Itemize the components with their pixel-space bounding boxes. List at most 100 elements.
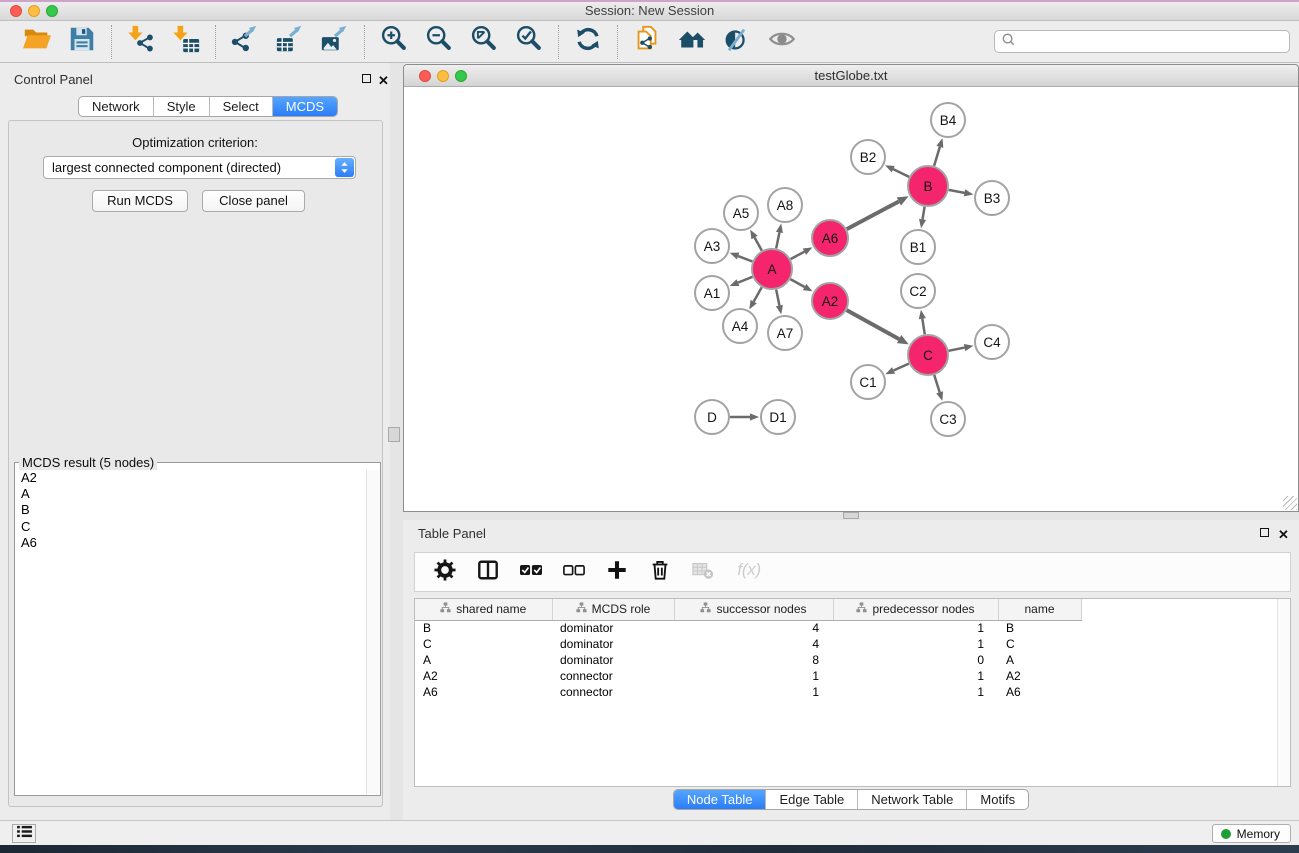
graph-node-C2[interactable]: C2	[901, 274, 935, 308]
graph-node-B2[interactable]: B2	[851, 140, 885, 174]
mcds-result-list: A2ABCA6	[17, 470, 365, 793]
graph-node-A2[interactable]: A2	[812, 283, 848, 319]
mcds-result-item[interactable]: A	[21, 486, 365, 502]
network-close-button[interactable]	[419, 70, 431, 82]
task-history-button[interactable]	[12, 824, 36, 843]
network-canvas[interactable]: B4 B2 B B3 A8 A5 A6 A3 B1 A C2 A1 A2 A4 A7 C4 C C1 C3 D D1	[404, 87, 1298, 511]
table-scrollbar[interactable]	[1277, 599, 1290, 786]
zoom-window-button[interactable]	[46, 5, 58, 17]
tab-style[interactable]: Style	[153, 97, 209, 116]
select-all-button[interactable]	[520, 559, 542, 586]
eye-button[interactable]	[767, 27, 797, 57]
graph-node-C[interactable]: C	[908, 335, 948, 375]
zoom-in-icon	[379, 24, 409, 59]
column-header-mcds-role[interactable]: MCDS role	[552, 599, 674, 620]
tab-network-table[interactable]: Network Table	[857, 790, 966, 809]
divider-grip[interactable]	[843, 512, 859, 519]
refresh-button[interactable]	[573, 27, 603, 57]
table-row[interactable]: Cdominator41C	[415, 636, 1081, 652]
graph-node-A6[interactable]: A6	[812, 220, 848, 256]
column-header-shared-name[interactable]: shared name	[415, 599, 552, 620]
tab-node-table[interactable]: Node Table	[674, 790, 766, 809]
close-panel-button[interactable]: Close panel	[202, 190, 305, 212]
graph-node-C3[interactable]: C3	[931, 402, 965, 436]
open-folder-button[interactable]	[22, 27, 52, 57]
deselect-all-button[interactable]	[563, 559, 585, 586]
columns-button[interactable]	[477, 559, 499, 586]
table-row[interactable]: A6connector11A6	[415, 684, 1081, 700]
memory-button[interactable]: Memory	[1212, 824, 1291, 843]
graph-node-A5[interactable]: A5	[724, 196, 758, 230]
window-titlebar[interactable]: Session: New Session	[0, 2, 1299, 21]
close-panel-icon[interactable]: ✕	[378, 76, 389, 85]
graph-node-A[interactable]: A	[752, 249, 792, 289]
tab-network[interactable]: Network	[79, 97, 153, 116]
zoom-selected-button[interactable]	[514, 27, 544, 57]
float-panel-icon[interactable]	[362, 74, 371, 83]
graph-node-A3[interactable]: A3	[695, 229, 729, 263]
tab-mcds[interactable]: MCDS	[272, 97, 337, 116]
column-header-successor-nodes[interactable]: successor nodes	[674, 599, 833, 620]
network-minimize-button[interactable]	[437, 70, 449, 82]
table-row[interactable]: A2connector11A2	[415, 668, 1081, 684]
search-field[interactable]	[994, 30, 1290, 53]
graph-node-C1[interactable]: C1	[851, 365, 885, 399]
graph-node-B3[interactable]: B3	[975, 181, 1009, 215]
graph-node-C4[interactable]: C4	[975, 325, 1009, 359]
close-panel-icon[interactable]: ✕	[1278, 530, 1289, 539]
add-column-button[interactable]	[606, 559, 628, 586]
tab-edge-table[interactable]: Edge Table	[765, 790, 857, 809]
network-window-titlebar[interactable]: testGlobe.txt	[404, 65, 1298, 87]
search-input[interactable]	[1016, 32, 1289, 51]
table-row[interactable]: Adominator80A	[415, 652, 1081, 668]
graph-node-B1[interactable]: B1	[901, 230, 935, 264]
mcds-result-item[interactable]: A2	[21, 470, 365, 486]
network-zoom-button[interactable]	[455, 70, 467, 82]
minimize-window-button[interactable]	[28, 5, 40, 17]
memory-label: Memory	[1237, 827, 1280, 841]
export-network-button[interactable]	[230, 27, 260, 57]
new-network-from-selection-button[interactable]	[632, 27, 662, 57]
graph-node-A4[interactable]: A4	[723, 309, 757, 343]
tab-select[interactable]: Select	[209, 97, 272, 116]
memory-status-icon	[1221, 829, 1231, 839]
graph-node-D[interactable]: D	[695, 400, 729, 434]
import-table-button[interactable]	[171, 27, 201, 57]
save-button[interactable]	[67, 27, 97, 57]
horizontal-split-divider[interactable]	[403, 512, 1299, 520]
mcds-result-scrollbar[interactable]	[366, 470, 379, 794]
vertical-split-divider[interactable]	[390, 63, 403, 820]
home-button[interactable]	[677, 27, 707, 57]
zoom-out-button[interactable]	[424, 27, 454, 57]
export-image-button[interactable]	[320, 27, 350, 57]
delete-column-button[interactable]	[649, 559, 671, 586]
criterion-dropdown[interactable]: largest connected component (directed)	[43, 156, 356, 179]
divider-grip[interactable]	[388, 427, 400, 442]
close-window-button[interactable]	[10, 5, 22, 17]
float-panel-icon[interactable]	[1260, 528, 1269, 537]
shared-column-icon	[576, 602, 587, 616]
graph-node-A1[interactable]: A1	[695, 276, 729, 310]
gear-button[interactable]	[434, 559, 456, 586]
export-table-button[interactable]	[275, 27, 305, 57]
column-header-predecessor-nodes[interactable]: predecessor nodes	[833, 599, 998, 620]
tab-motifs[interactable]: Motifs	[966, 790, 1028, 809]
graph-node-A7[interactable]: A7	[768, 316, 802, 350]
svg-text:D: D	[707, 410, 717, 425]
resize-grip[interactable]	[1283, 496, 1297, 510]
table-row[interactable]: Bdominator41B	[415, 620, 1081, 636]
run-mcds-button[interactable]: Run MCDS	[92, 190, 188, 212]
graph-node-A8[interactable]: A8	[768, 188, 802, 222]
mcds-result-item[interactable]: B	[21, 502, 365, 518]
import-network-button[interactable]	[126, 27, 156, 57]
zoom-fit-button[interactable]	[469, 27, 499, 57]
graph-node-B4[interactable]: B4	[931, 103, 965, 137]
mcds-result-item[interactable]: C	[21, 519, 365, 535]
graph-node-B[interactable]: B	[908, 166, 948, 206]
mcds-result-item[interactable]: A6	[21, 535, 365, 551]
toggle-graphics-details-button[interactable]	[722, 27, 752, 57]
import-network-icon	[126, 24, 156, 59]
column-header-name[interactable]: name	[998, 599, 1081, 620]
zoom-in-button[interactable]	[379, 27, 409, 57]
graph-node-D1[interactable]: D1	[761, 400, 795, 434]
